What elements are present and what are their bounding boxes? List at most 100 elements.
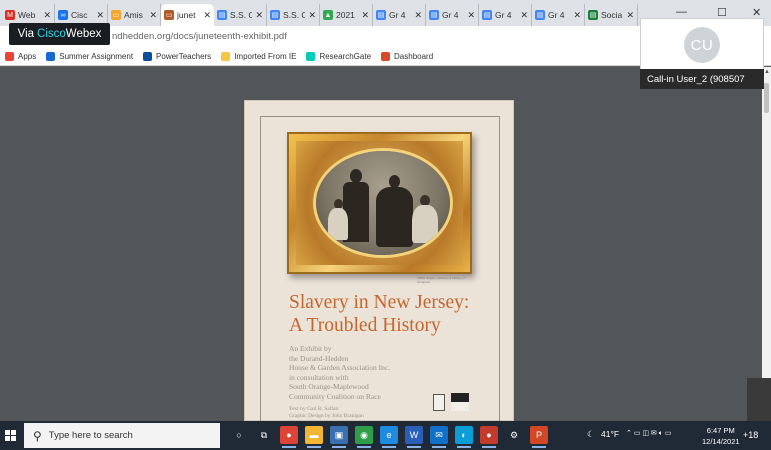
tab-close-icon[interactable]: ✕ xyxy=(626,10,634,21)
tab-close-icon[interactable]: ✕ xyxy=(414,10,422,21)
title-line: A Troubled History xyxy=(289,315,441,336)
tab-close-icon[interactable]: ✕ xyxy=(308,10,316,21)
photo-caption: 1860s tintype, courtesy of Library of Co… xyxy=(417,276,465,284)
chrome-alt-icon[interactable]: ● xyxy=(480,426,498,448)
browser-tab[interactable]: ▤ S.S. C ✕ xyxy=(267,4,320,26)
tab-close-icon[interactable]: ✕ xyxy=(573,10,581,21)
browser-tab[interactable]: ▲ 2021 ✕ xyxy=(320,4,373,26)
browser-tab[interactable]: ▤ Socia ✕ xyxy=(585,4,638,26)
taskbar-search-box[interactable]: ⚲ Type here to search xyxy=(24,423,220,448)
tab-favicon-icon: M xyxy=(5,10,15,20)
temperature-text[interactable]: 41°F xyxy=(601,429,619,439)
tab-favicon-icon: ▤ xyxy=(376,10,386,20)
bookmark-icon xyxy=(5,52,14,61)
tab-close-icon[interactable]: ✕ xyxy=(96,10,104,21)
tab-close-icon[interactable]: ✕ xyxy=(520,10,528,21)
bookmark-item[interactable]: Imported From IE xyxy=(221,52,296,61)
tab-label: Gr 4 xyxy=(442,10,459,20)
bookmark-item[interactable]: ResearchGate xyxy=(306,52,371,61)
coalition-logo xyxy=(451,393,469,411)
description-line: Community Coalition on Race xyxy=(289,391,381,401)
bookmark-item[interactable]: PowerTeachers xyxy=(143,52,211,61)
bookmark-label: ResearchGate xyxy=(319,52,372,61)
cortana-circle-icon[interactable]: ○ xyxy=(230,426,248,444)
tray-icons[interactable]: ⌃ ▭ ◫ ✉ 🔈︎ ▭ xyxy=(626,429,672,438)
word-icon[interactable]: W xyxy=(405,426,423,448)
tab-label: S.S. C xyxy=(230,10,253,20)
framed-photograph xyxy=(287,132,472,274)
scroll-thumb[interactable] xyxy=(764,83,769,113)
durand-hedden-logo xyxy=(433,394,445,411)
participant-avatar: CU xyxy=(684,27,720,63)
tab-close-icon[interactable]: ✕ xyxy=(255,10,263,21)
scroll-up-icon[interactable]: ▲ xyxy=(764,69,770,75)
weather-icon[interactable]: ☾ xyxy=(587,429,595,440)
notification-count[interactable]: +18 xyxy=(743,430,758,440)
tab-label: junet xyxy=(177,10,196,20)
tab-label: Cisc xyxy=(71,10,88,20)
tab-favicon-icon: ▤ xyxy=(429,10,439,20)
bookmark-label: PowerTeachers xyxy=(156,52,212,61)
webex-via-badge: Via Cisco Webex xyxy=(9,23,110,45)
system-clock[interactable]: 6:47 PM 12/14/2021 xyxy=(702,425,740,447)
browser-tab[interactable]: ▤ Gr 4 ✕ xyxy=(426,4,479,26)
bookmark-item[interactable]: Apps xyxy=(5,52,36,61)
tab-favicon-icon: ▭ xyxy=(164,10,174,20)
title-line: Slavery in New Jersey: xyxy=(289,292,470,313)
maps-icon[interactable]: ◉ xyxy=(355,426,373,448)
tab-close-icon[interactable]: ✕ xyxy=(467,10,475,21)
minimize-button[interactable]: — xyxy=(676,6,687,18)
mail-icon[interactable]: ✉ xyxy=(430,426,448,448)
task-view-icon[interactable]: ⧉ xyxy=(255,426,273,444)
bookmark-item[interactable]: Summer Assignment xyxy=(46,52,133,61)
tab-close-icon[interactable]: ✕ xyxy=(203,10,211,21)
tab-favicon-icon: ▤ xyxy=(588,10,598,20)
windows-taskbar: ⚲ Type here to search ☾ 41°F ⌃ ▭ ◫ ✉ 🔈︎ … xyxy=(0,421,771,450)
via-text: Via xyxy=(17,28,35,40)
viewer-scrollbar[interactable] xyxy=(762,67,771,421)
bookmark-icon xyxy=(221,52,231,61)
file-explorer-icon[interactable]: ▬ xyxy=(305,426,323,448)
credit-line: Text by Gail R. Safian xyxy=(289,406,339,412)
webex-brand-text: Webex xyxy=(65,28,102,40)
clock-time: 6:47 PM xyxy=(706,426,735,435)
tab-favicon-icon: ▭ xyxy=(111,10,121,20)
tab-favicon-icon: ▤ xyxy=(482,10,492,20)
cisco-brand-text: Cisco xyxy=(37,28,66,40)
browser-tab[interactable]: ▤ Gr 4 ✕ xyxy=(532,4,585,26)
settings-icon[interactable]: ⚙ xyxy=(505,426,523,444)
participant-name: Call-in User_2 (908507 xyxy=(640,69,764,89)
search-placeholder: Type here to search xyxy=(48,430,133,441)
powerpoint-icon[interactable]: P xyxy=(530,426,548,448)
bookmark-icon xyxy=(306,52,316,61)
search-icon: ⚲ xyxy=(33,428,42,443)
chrome-icon[interactable]: ● xyxy=(280,426,298,448)
browser-tab[interactable]: ▤ S.S. C ✕ xyxy=(214,4,267,26)
tab-label: Web xyxy=(18,10,36,20)
browser-tab[interactable]: ▤ Gr 4 ✕ xyxy=(373,4,426,26)
tab-label: S.S. C xyxy=(283,10,306,20)
windows-start-icon[interactable] xyxy=(5,430,16,441)
pdf-page: 1860s tintype, courtesy of Library of Co… xyxy=(244,100,514,426)
document-title: Slavery in New Jersey: A Troubled Histor… xyxy=(289,291,489,337)
webex-icon[interactable]: ◐ xyxy=(455,426,473,448)
url-text[interactable]: ndhedden.org/docs/juneteenth-exhibit.pdf xyxy=(112,31,287,42)
browser-tab[interactable]: ▭ Amis ✕ xyxy=(108,4,161,26)
bookmark-item[interactable]: Dashboard xyxy=(381,52,433,61)
browser-tab[interactable]: ▤ Gr 4 ✕ xyxy=(479,4,532,26)
tab-close-icon[interactable]: ✕ xyxy=(361,10,369,21)
description-line: in consultation with xyxy=(289,372,349,382)
description-line: House & Garden Association Inc. xyxy=(289,363,391,373)
tab-label: Gr 4 xyxy=(548,10,565,20)
tintype-oval xyxy=(313,148,453,258)
bookmark-icon xyxy=(46,52,56,61)
tab-close-icon[interactable]: ✕ xyxy=(43,10,51,21)
exhibit-description: An Exhibit by the Durand-Hedden House & … xyxy=(289,344,419,402)
browser-tab[interactable]: ▭ junet ✕ xyxy=(161,4,214,26)
gilded-frame xyxy=(296,141,463,265)
store-icon[interactable]: ▣ xyxy=(330,426,348,448)
tab-close-icon[interactable]: ✕ xyxy=(149,10,157,21)
edge-icon[interactable]: e xyxy=(380,426,398,448)
bookmark-label: Imported From IE xyxy=(234,52,297,61)
description-line: South Orange-Maplewood xyxy=(289,382,369,392)
